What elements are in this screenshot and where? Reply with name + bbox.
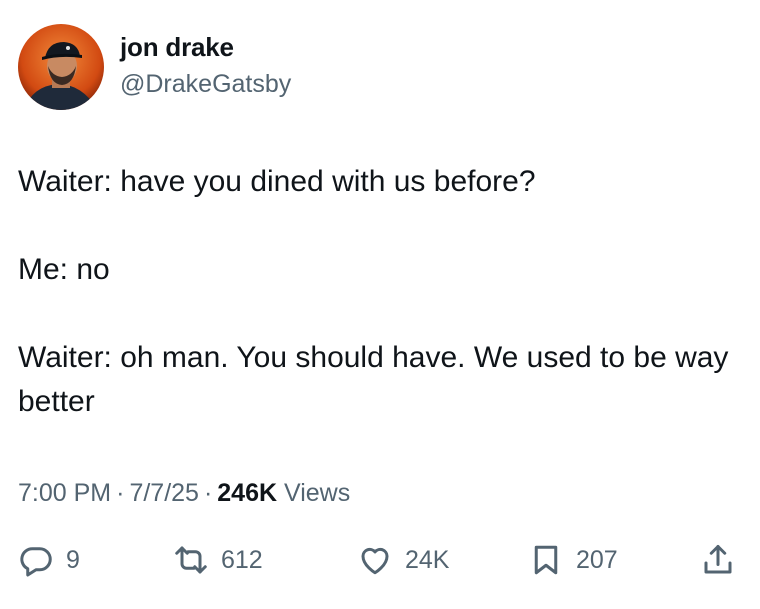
tweet-text: Waiter: have you dined with us before? M… — [18, 160, 742, 424]
views-count: 246K — [217, 479, 278, 507]
share-button[interactable] — [700, 535, 736, 585]
tweet-paragraph: Waiter: have you dined with us before? — [18, 165, 536, 198]
repost-icon — [173, 542, 209, 578]
user-handle[interactable]: @DrakeGatsby — [120, 68, 291, 100]
separator-dot: · — [203, 479, 213, 507]
reply-icon — [18, 542, 54, 578]
tweet-card: jon drake @DrakeGatsby Waiter: have you … — [0, 0, 760, 609]
repost-button[interactable]: 612 — [173, 535, 263, 585]
avatar[interactable] — [18, 24, 104, 110]
tweet-time[interactable]: 7:00 PM — [18, 479, 111, 507]
display-name[interactable]: jon drake — [120, 31, 234, 63]
tweet-date[interactable]: 7/7/25 — [129, 479, 199, 507]
tweet-paragraph: Waiter: oh man. You should have. We used… — [18, 341, 729, 418]
share-icon — [700, 542, 736, 578]
bookmark-button[interactable]: 207 — [528, 535, 618, 585]
repost-count: 612 — [221, 545, 263, 574]
tweet-metadata: 7:00 PM · 7/7/25 · 246K Views — [18, 476, 350, 510]
tweet-paragraph: Me: no — [18, 253, 110, 286]
views-label: Views — [284, 479, 351, 507]
reply-button[interactable]: 9 — [18, 535, 80, 585]
like-icon — [357, 542, 393, 578]
like-button[interactable]: 24K — [357, 535, 449, 585]
separator-dot: · — [116, 479, 125, 507]
like-count: 24K — [405, 545, 450, 574]
reply-count: 9 — [66, 545, 80, 574]
bookmark-count: 207 — [576, 545, 618, 574]
action-bar: 9 612 24K 207 — [0, 535, 760, 585]
bookmark-icon — [528, 542, 564, 578]
